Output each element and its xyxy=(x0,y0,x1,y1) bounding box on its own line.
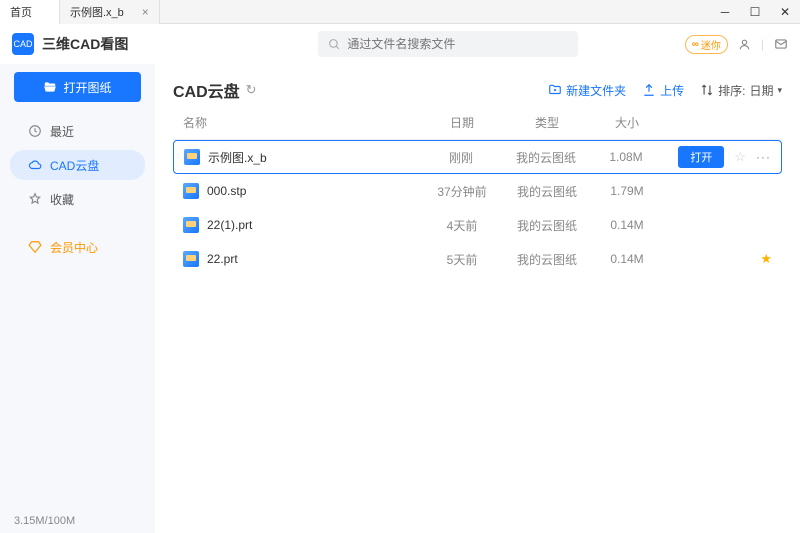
mail-icon[interactable] xyxy=(774,37,788,51)
sidebar-item-recent[interactable]: 最近 xyxy=(10,116,145,146)
col-name: 名称 xyxy=(183,114,422,131)
table-row[interactable]: 示例图.x_b 刚刚我的云图纸1.08M 打开 ☆ ··· xyxy=(173,140,782,174)
col-type: 类型 xyxy=(502,114,592,131)
app-header: CAD 三维CAD看图 ∞ 迷你 | xyxy=(0,24,800,64)
file-date: 刚刚 xyxy=(421,149,501,166)
page-actions: 新建文件夹 上传 排序: 日期 ▾ xyxy=(548,82,782,99)
sidebar-item-label: 最近 xyxy=(50,123,74,140)
app-body: 打开图纸 最近 CAD云盘 收藏 会员中心 3.15M/100M CAD云盘 ↻ xyxy=(0,64,800,533)
file-type: 我的云图纸 xyxy=(502,251,592,268)
window-controls: ─ ☐ ✕ xyxy=(710,0,800,24)
tab-label: 示例图.x_b xyxy=(70,4,124,20)
search-input[interactable] xyxy=(347,37,568,51)
tab-file[interactable]: 示例图.x_b × xyxy=(60,0,160,24)
diamond-icon xyxy=(28,240,42,254)
file-icon xyxy=(183,217,199,233)
file-size: 0.14M xyxy=(592,218,662,232)
file-size: 1.79M xyxy=(592,184,662,198)
file-date: 37分钟前 xyxy=(422,183,502,200)
refresh-icon[interactable]: ↻ xyxy=(246,82,257,98)
column-headers: 名称 日期 类型 大小 xyxy=(173,110,782,140)
upload-icon xyxy=(642,83,656,97)
search-icon xyxy=(328,38,341,51)
file-icon xyxy=(184,149,200,165)
open-drawing-label: 打开图纸 xyxy=(63,79,111,96)
action-label: 新建文件夹 xyxy=(566,82,626,99)
upload-button[interactable]: 上传 xyxy=(642,82,684,99)
table-row[interactable]: 22(1).prt 4天前我的云图纸0.14M xyxy=(173,208,782,242)
close-button[interactable]: ✕ xyxy=(770,0,800,24)
file-type: 我的云图纸 xyxy=(502,183,592,200)
sidebar-item-label: 收藏 xyxy=(50,191,74,208)
header-right: ∞ 迷你 | xyxy=(685,35,788,54)
file-name-cell: 22(1).prt xyxy=(183,217,422,233)
mini-label: 迷你 xyxy=(701,37,721,52)
clock-icon xyxy=(28,124,42,138)
sidebar: 打开图纸 最近 CAD云盘 收藏 会员中心 3.15M/100M xyxy=(0,64,155,533)
file-type: 我的云图纸 xyxy=(502,217,592,234)
tab-label: 首页 xyxy=(10,4,32,20)
main-panel: CAD云盘 ↻ 新建文件夹 上传 排序: 日期 ▾ xyxy=(155,64,800,533)
sort-icon xyxy=(700,83,714,97)
file-size: 0.14M xyxy=(592,252,662,266)
tab-home[interactable]: 首页 xyxy=(0,0,60,24)
new-folder-button[interactable]: 新建文件夹 xyxy=(548,82,626,99)
sidebar-item-label: 会员中心 xyxy=(50,239,98,256)
col-actions xyxy=(662,114,772,131)
sort-value: 日期 xyxy=(749,82,773,99)
maximize-button[interactable]: ☐ xyxy=(740,0,770,24)
file-date: 5天前 xyxy=(422,251,502,268)
storage-status: 3.15M/100M xyxy=(0,509,155,533)
folder-plus-icon xyxy=(548,83,562,97)
sort-button[interactable]: 排序: 日期 ▾ xyxy=(700,82,782,99)
sidebar-item-label: CAD云盘 xyxy=(50,157,99,174)
cloud-icon xyxy=(28,158,42,172)
open-file-button[interactable]: 打开 xyxy=(678,146,724,168)
file-name: 示例图.x_b xyxy=(208,149,267,166)
file-list: 示例图.x_b刚刚我的云图纸1.08M打开☆···000.stp37分钟前我的云… xyxy=(173,140,782,276)
file-icon xyxy=(183,251,199,267)
mini-badge[interactable]: ∞ 迷你 xyxy=(685,35,728,54)
user-icon[interactable] xyxy=(738,38,751,51)
table-row[interactable]: 22.prt 5天前我的云图纸0.14M ★ xyxy=(173,242,782,276)
col-size: 大小 xyxy=(592,114,662,131)
file-icon xyxy=(183,183,199,199)
table-row[interactable]: 000.stp 37分钟前我的云图纸1.79M xyxy=(173,174,782,208)
more-icon[interactable]: ··· xyxy=(756,150,771,164)
divider: | xyxy=(761,37,764,51)
file-name: 22.prt xyxy=(207,252,238,266)
star-icon xyxy=(28,192,42,206)
file-name: 22(1).prt xyxy=(207,218,252,232)
app-title: 三维CAD看图 xyxy=(42,34,128,54)
action-label: 上传 xyxy=(660,82,684,99)
app-logo-icon: CAD xyxy=(12,33,34,55)
file-name-cell: 000.stp xyxy=(183,183,422,199)
page-header: CAD云盘 ↻ 新建文件夹 上传 排序: 日期 ▾ xyxy=(173,78,782,102)
file-name: 000.stp xyxy=(207,184,246,198)
folder-open-icon xyxy=(43,80,57,94)
sidebar-item-cloud[interactable]: CAD云盘 xyxy=(10,150,145,180)
sort-prefix: 排序: xyxy=(718,82,745,99)
mini-icon: ∞ xyxy=(692,39,699,50)
file-date: 4天前 xyxy=(422,217,502,234)
star-icon[interactable]: ★ xyxy=(760,251,772,267)
file-size: 1.08M xyxy=(591,150,661,164)
chevron-down-icon: ▾ xyxy=(777,85,782,96)
sidebar-item-favorites[interactable]: 收藏 xyxy=(10,184,145,214)
page-title: CAD云盘 xyxy=(173,78,240,102)
file-name-cell: 22.prt xyxy=(183,251,422,267)
open-drawing-button[interactable]: 打开图纸 xyxy=(14,72,141,102)
search-box[interactable] xyxy=(318,31,578,57)
row-actions: 打开 ☆ ··· xyxy=(661,146,771,168)
file-name-cell: 示例图.x_b xyxy=(184,149,421,166)
star-icon[interactable]: ☆ xyxy=(734,149,746,165)
minimize-button[interactable]: ─ xyxy=(710,0,740,24)
col-date: 日期 xyxy=(422,114,502,131)
close-icon[interactable]: × xyxy=(142,5,149,19)
sidebar-item-vip[interactable]: 会员中心 xyxy=(10,232,145,262)
file-type: 我的云图纸 xyxy=(501,149,591,166)
row-actions: ★ xyxy=(662,251,772,267)
titlebar: 首页 示例图.x_b × ─ ☐ ✕ xyxy=(0,0,800,24)
